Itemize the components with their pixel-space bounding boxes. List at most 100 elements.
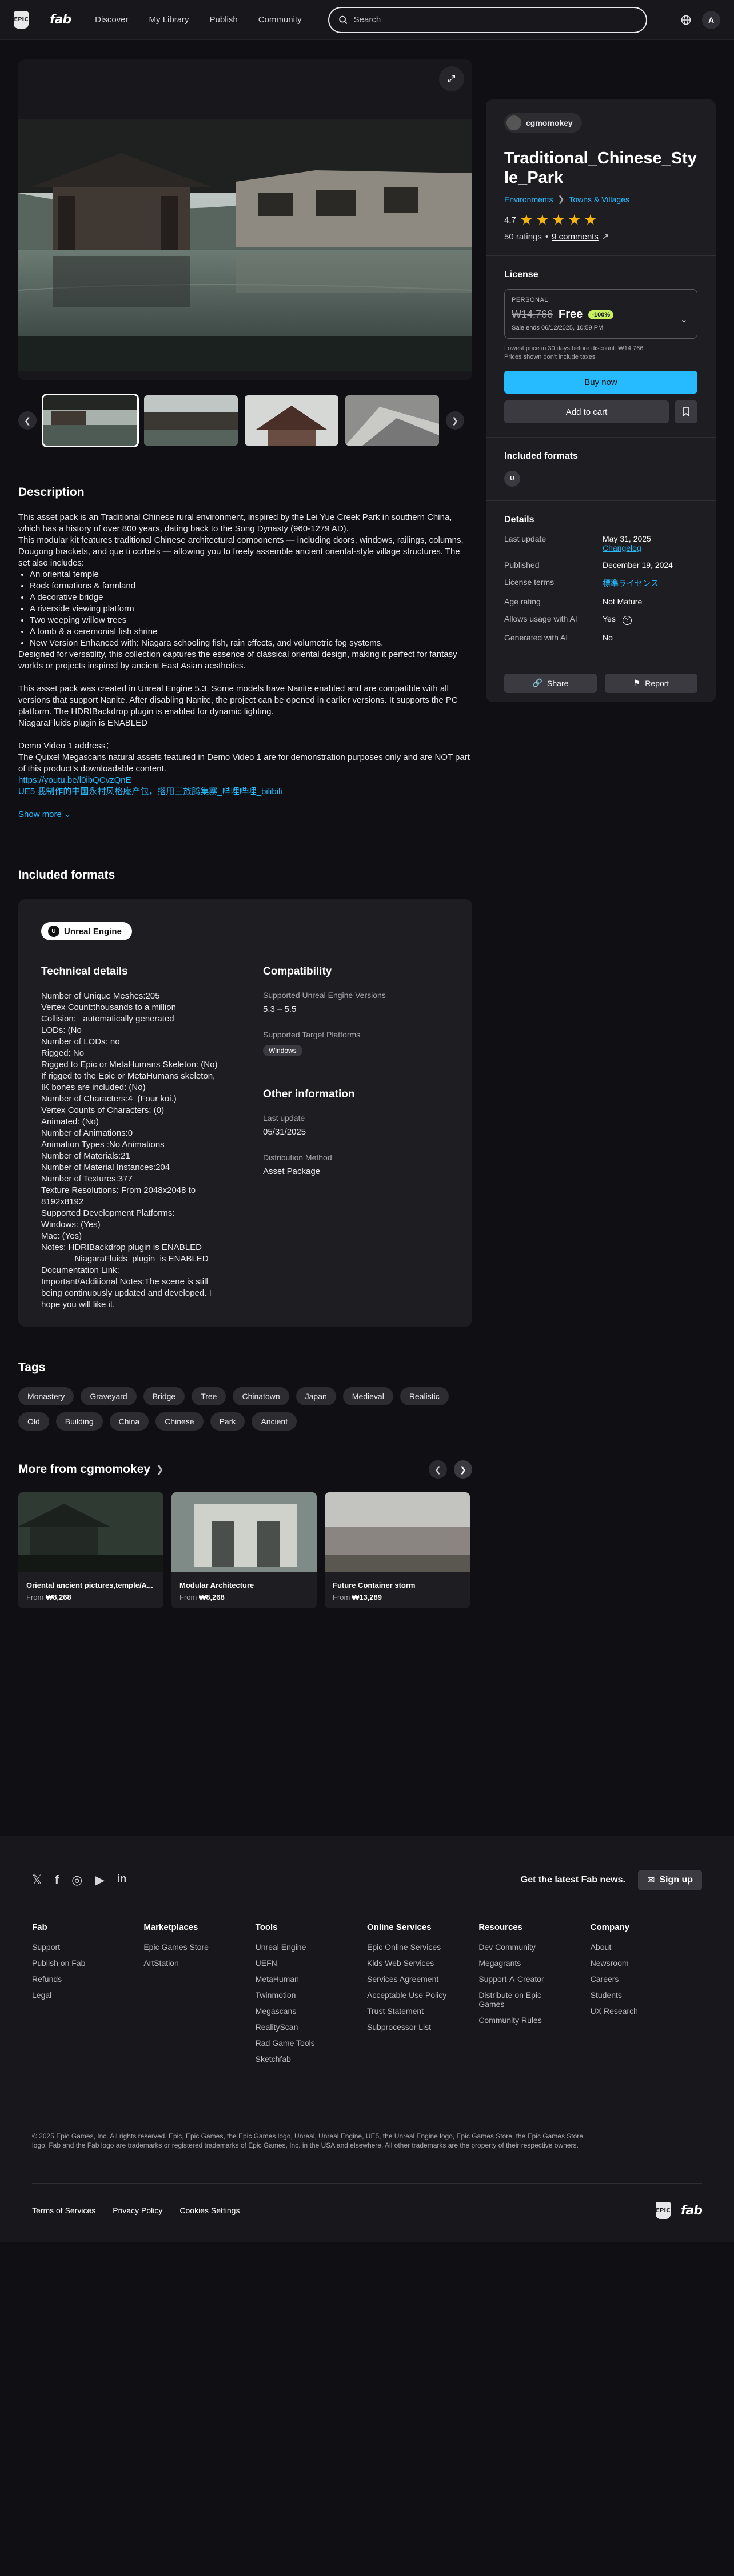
footer-link[interactable]: Newsroom	[591, 1958, 676, 1968]
product-card[interactable]: Future Container storm From ₩13,289	[325, 1492, 470, 1608]
facebook-icon[interactable]: f	[55, 1873, 59, 1888]
footer-link[interactable]: MetaHuman	[256, 1974, 341, 1984]
footer-link[interactable]: RealityScan	[256, 2022, 341, 2032]
footer-link[interactable]: Community Rules	[478, 2016, 564, 2025]
bookmark-button[interactable]	[675, 400, 697, 423]
x-icon[interactable]: 𝕏	[32, 1873, 42, 1888]
thumb-prev-button[interactable]: ❮	[18, 411, 37, 430]
bilibili-link[interactable]: UE5 我制作的中国永村风格庵产包，搭用三族腾集寨_哔哩哔哩_bilibili	[18, 787, 282, 796]
footer-link[interactable]: About	[591, 1942, 676, 1952]
footer-link[interactable]: Epic Games Store	[143, 1942, 229, 1952]
sign-up-button[interactable]: ✉ Sign up	[637, 1870, 702, 1890]
privacy-link[interactable]: Privacy Policy	[113, 2206, 162, 2215]
comments-link[interactable]: 9 comments	[552, 232, 599, 242]
footer-link[interactable]: Refunds	[32, 1974, 118, 1984]
thumbnail[interactable]	[144, 395, 238, 446]
nav-community[interactable]: Community	[258, 15, 302, 25]
globe-icon[interactable]	[680, 14, 692, 26]
expand-button[interactable]	[439, 66, 464, 91]
engine-tab[interactable]: U Unreal Engine	[41, 922, 132, 940]
ratings-count[interactable]: 50 ratings	[504, 232, 542, 242]
tag[interactable]: China	[109, 1412, 149, 1431]
footer-link[interactable]: Megascans	[256, 2006, 341, 2016]
license-terms-link[interactable]: 標準ライセンス	[603, 579, 659, 588]
linkedin-icon[interactable]: in	[117, 1873, 126, 1888]
tag[interactable]: Graveyard	[81, 1387, 137, 1405]
report-button[interactable]: ⚑ Report	[605, 673, 697, 693]
footer-link[interactable]: Rad Game Tools	[256, 2038, 341, 2048]
thumbnail[interactable]	[345, 395, 439, 446]
help-icon[interactable]: ?	[622, 615, 632, 625]
footer-link[interactable]: ArtStation	[143, 1958, 229, 1968]
tag[interactable]: Old	[18, 1412, 49, 1431]
nav-discover[interactable]: Discover	[95, 15, 128, 25]
show-more-link[interactable]: Show more ⌄	[18, 809, 71, 819]
footer-link[interactable]: Sketchfab	[256, 2054, 341, 2064]
tag[interactable]: Japan	[296, 1387, 336, 1405]
breadcrumb-towns-villages[interactable]: Towns & Villages	[569, 195, 629, 204]
footer-link[interactable]: Unreal Engine	[256, 1942, 341, 1952]
epic-games-logo[interactable]: EPIC	[655, 2202, 671, 2219]
footer-link[interactable]: Dev Community	[478, 1942, 564, 1952]
nav-my-library[interactable]: My Library	[149, 15, 189, 25]
breadcrumb-environments[interactable]: Environments	[504, 195, 553, 204]
carousel-prev-button[interactable]: ❮	[429, 1460, 447, 1479]
footer-link[interactable]: Services Agreement	[367, 1974, 453, 1984]
footer-link[interactable]: Trust Statement	[367, 2006, 453, 2016]
tag[interactable]: Realistic	[400, 1387, 449, 1405]
detail-key: Published	[504, 560, 540, 570]
seller-chip[interactable]: cgmomokey	[504, 113, 582, 133]
carousel-next-button[interactable]: ❯	[454, 1460, 472, 1479]
footer-link[interactable]: Careers	[591, 1974, 676, 1984]
footer-link[interactable]: Twinmotion	[256, 1990, 341, 2000]
footer-link[interactable]: Kids Web Services	[367, 1958, 453, 1968]
tag[interactable]: Chinatown	[233, 1387, 289, 1405]
footer-link[interactable]: Students	[591, 1990, 676, 2000]
more-from-title[interactable]: More from cgmomokey ❯	[18, 1463, 163, 1476]
youtube-link[interactable]: https://youtu.be/l0ibQCvzQnE	[18, 775, 131, 785]
youtube-icon[interactable]: ▶	[95, 1873, 105, 1888]
tag[interactable]: Park	[210, 1412, 245, 1431]
tag[interactable]: Medieval	[342, 1387, 393, 1405]
footer-link[interactable]: UEFN	[256, 1958, 341, 1968]
search-bar[interactable]	[328, 6, 647, 33]
tag[interactable]: Tree	[192, 1387, 226, 1405]
product-card[interactable]: Modular Architecture From ₩8,268	[171, 1492, 317, 1608]
thumbnail[interactable]	[245, 395, 338, 446]
terms-link[interactable]: Terms of Services	[32, 2206, 95, 2215]
thumb-next-button[interactable]: ❯	[446, 411, 464, 430]
user-avatar[interactable]: A	[702, 10, 720, 29]
license-selector[interactable]: PERSONAL ₩14,766 Free -100% Sale ends 06…	[504, 289, 697, 339]
cookies-link[interactable]: Cookies Settings	[179, 2206, 240, 2215]
footer-link[interactable]: Epic Online Services	[367, 1942, 453, 1952]
product-card[interactable]: Oriental ancient pictures,temple/A... Fr…	[18, 1492, 163, 1608]
footer-link[interactable]: Support-A-Creator	[478, 1974, 564, 1984]
tag[interactable]: Building	[55, 1412, 103, 1431]
footer-link[interactable]: Support	[32, 1942, 118, 1952]
search-input[interactable]	[353, 15, 637, 25]
footer-link[interactable]: Subprocessor List	[367, 2022, 453, 2032]
share-button[interactable]: 🔗 Share	[504, 673, 597, 693]
nav-publish[interactable]: Publish	[210, 15, 238, 25]
tag[interactable]: Ancient	[252, 1412, 297, 1431]
footer-link[interactable]: Megagrants	[478, 1958, 564, 1968]
epic-games-logo[interactable]: EPIC	[14, 11, 29, 29]
detail-row-ai-usage: Allows usage with AI Yes ?	[504, 614, 697, 625]
footer-link[interactable]: UX Research	[591, 2006, 676, 2016]
footer-column-company: Company About Newsroom Careers Students …	[591, 1922, 702, 2070]
tag[interactable]: Bridge	[143, 1387, 185, 1405]
footer-link[interactable]: Distribute on Epic Games	[478, 1990, 564, 2009]
fab-logo[interactable]: fab	[681, 2204, 703, 2218]
footer-link[interactable]: Legal	[32, 1990, 118, 2000]
tag[interactable]: Monastery	[18, 1387, 74, 1405]
add-to-cart-button[interactable]: Add to cart	[504, 400, 669, 423]
changelog-link[interactable]: Changelog	[603, 543, 641, 552]
fab-logo[interactable]: fab	[50, 13, 71, 27]
thumbnail[interactable]	[42, 394, 139, 447]
tag[interactable]: Chinese	[155, 1412, 204, 1431]
main-preview-image[interactable]	[18, 119, 472, 371]
footer-link[interactable]: Publish on Fab	[32, 1958, 118, 1968]
buy-now-button[interactable]: Buy now	[504, 371, 697, 394]
instagram-icon[interactable]: ◎	[71, 1873, 82, 1888]
footer-link[interactable]: Acceptable Use Policy	[367, 1990, 453, 2000]
